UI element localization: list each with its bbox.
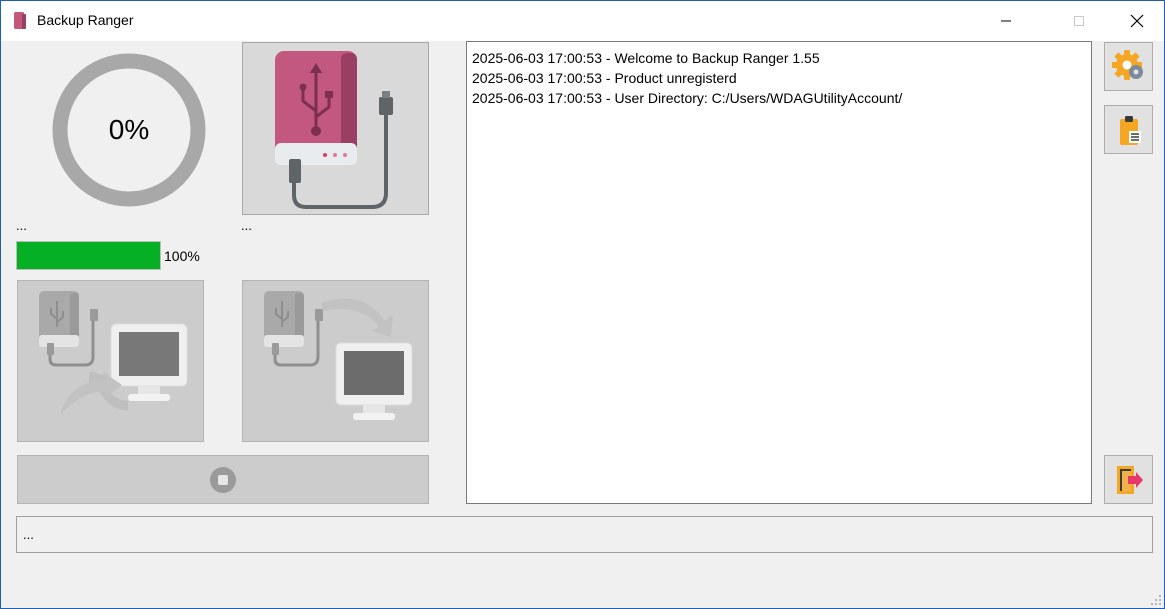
minimize-icon bbox=[1001, 20, 1011, 22]
exit-button[interactable] bbox=[1104, 455, 1153, 504]
log-line: 2025-06-03 17:00:53 - User Directory: C:… bbox=[472, 90, 903, 106]
close-button[interactable] bbox=[1107, 1, 1165, 41]
maximize-button[interactable] bbox=[1049, 1, 1109, 41]
minimize-button[interactable] bbox=[976, 1, 1036, 41]
app-window: Backup Ranger 0% ... ... 100% 2025-06-03… bbox=[0, 0, 1165, 609]
progress-bar-fill bbox=[17, 242, 160, 269]
exit-door-icon bbox=[1116, 465, 1143, 494]
clipboard-icon bbox=[1119, 115, 1141, 145]
backup-button[interactable] bbox=[242, 280, 429, 442]
clipboard-button[interactable] bbox=[1104, 105, 1153, 154]
task-status-text: ... bbox=[241, 218, 252, 233]
drive-status-text: ... bbox=[16, 218, 27, 233]
app-logo-icon bbox=[14, 12, 26, 29]
restore-from-drive-icon bbox=[39, 291, 188, 415]
stop-icon bbox=[210, 466, 236, 493]
gear-icon bbox=[1111, 49, 1143, 80]
restore-button[interactable] bbox=[17, 280, 204, 442]
close-icon bbox=[1130, 14, 1144, 28]
progress-ring: 0% bbox=[51, 52, 207, 208]
status-bar: ... bbox=[16, 516, 1153, 553]
drive-select-button[interactable] bbox=[242, 42, 429, 215]
backup-to-drive-icon bbox=[264, 291, 413, 420]
resize-grip-icon[interactable] bbox=[1151, 595, 1161, 605]
settings-button[interactable] bbox=[1104, 42, 1153, 91]
progress-bar bbox=[16, 241, 161, 270]
log-line: 2025-06-03 17:00:53 - Product unregister… bbox=[472, 70, 737, 86]
external-drive-icon bbox=[275, 51, 393, 209]
title-bar[interactable]: Backup Ranger bbox=[1, 1, 1164, 41]
progress-ring-label: 0% bbox=[108, 114, 150, 145]
progress-bar-label: 100% bbox=[164, 248, 200, 264]
maximize-icon bbox=[1074, 16, 1084, 26]
window-title: Backup Ranger bbox=[37, 12, 134, 28]
stop-button[interactable] bbox=[17, 455, 429, 504]
log-line: 2025-06-03 17:00:53 - Welcome to Backup … bbox=[472, 50, 820, 66]
log-panel[interactable]: 2025-06-03 17:00:53 - Welcome to Backup … bbox=[466, 41, 1092, 504]
